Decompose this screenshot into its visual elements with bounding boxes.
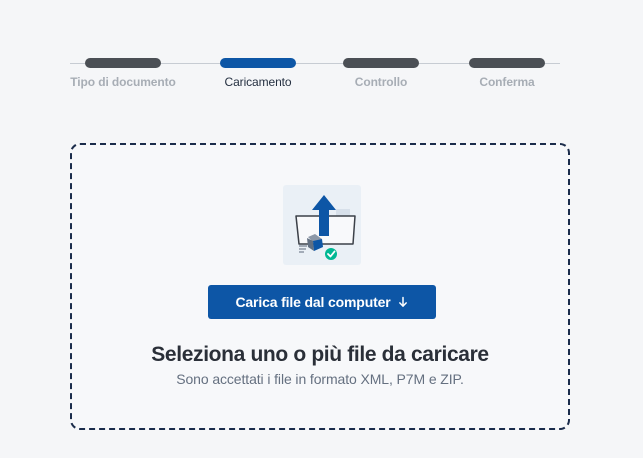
step-label: Controllo [354,75,408,89]
step-indicator [469,58,545,68]
dropzone-title: Seleziona uno o più file da caricare [151,343,489,366]
step-controllo: Controllo [318,52,444,92]
step-indicator [85,58,161,68]
step-label: Caricamento [224,75,292,89]
dropzone-subtitle: Sono accettati i file in formato XML, P7… [176,371,464,387]
step-label: Conferma [479,75,535,89]
file-dropzone[interactable]: Carica file dal computer Seleziona uno o… [70,143,570,430]
arrow-down-icon [398,296,407,307]
step-conferma: Conferma [444,52,570,92]
step-indicator [220,58,296,68]
step-indicator [343,58,419,68]
upload-stepper: Tipo di documento Caricamento Controllo … [60,52,580,92]
upload-from-computer-button[interactable]: Carica file dal computer [208,285,436,319]
upload-button-label: Carica file dal computer [235,294,391,310]
upload-folder-illustration [283,185,361,265]
step-tipo-di-documento: Tipo di documento [60,52,186,92]
step-label: Tipo di documento [70,75,176,89]
step-caricamento: Caricamento [195,52,321,92]
